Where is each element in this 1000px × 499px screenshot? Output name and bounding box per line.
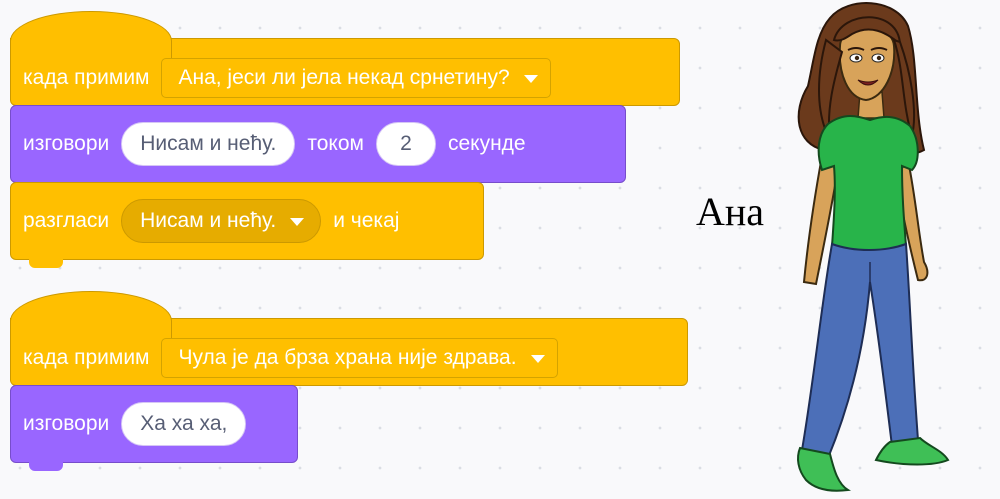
say-label: изговори (23, 132, 110, 155)
sprite-name-label: Ана (696, 189, 765, 234)
broadcast-message-dropdown[interactable]: Нисам и нећу. (121, 199, 322, 243)
message-dropdown[interactable]: Чула је да брза храна није здрава. (161, 338, 558, 378)
say-label: изговори (23, 412, 110, 435)
script-2: када примим Чула је да брза храна није з… (10, 284, 688, 471)
chevron-down-icon (530, 355, 545, 363)
when-i-receive-block-2[interactable]: када примим Чула је да брза храна није з… (10, 291, 688, 394)
left-shoe (797, 446, 851, 492)
say-text-input[interactable]: Ха ха ха, (121, 402, 247, 446)
message-dropdown-text: Чула је да брза храна није здрава. (178, 346, 517, 369)
when-i-receive-label: када примим (23, 346, 150, 369)
seconds-label: секунде (447, 132, 526, 155)
message-dropdown[interactable]: Ана, јеси ли јела некад срнетину? (161, 58, 551, 98)
say-text-input[interactable]: Нисам и нећу. (121, 122, 296, 166)
when-i-receive-label: када примим (23, 66, 150, 89)
seconds-input[interactable]: 2 (375, 122, 436, 166)
and-wait-label: и чекај (333, 209, 400, 232)
broadcast-message-text: Нисам и нећу. (140, 209, 277, 232)
jeans (800, 242, 920, 460)
broadcast-label: разгласи (23, 209, 110, 232)
say-block[interactable]: изговори Ха ха ха, (10, 385, 298, 471)
chevron-down-icon (290, 218, 305, 226)
message-dropdown-text: Ана, јеси ли јела некад срнетину? (178, 66, 510, 89)
say-for-secs-block[interactable]: изговори Нисам и нећу. током 2 секунде (10, 105, 626, 191)
chevron-down-icon (523, 75, 538, 83)
ana-sprite-image (797, 2, 950, 492)
script-1: када примим Ана, јеси ли јела некад срне… (10, 4, 680, 268)
broadcast-and-wait-block[interactable]: разгласи Нисам и нећу. и чекај (10, 182, 484, 268)
for-label: током (307, 132, 364, 155)
right-shoe (874, 436, 950, 466)
when-i-receive-block-1[interactable]: када примим Ана, јеси ли јела некад срне… (10, 11, 680, 114)
